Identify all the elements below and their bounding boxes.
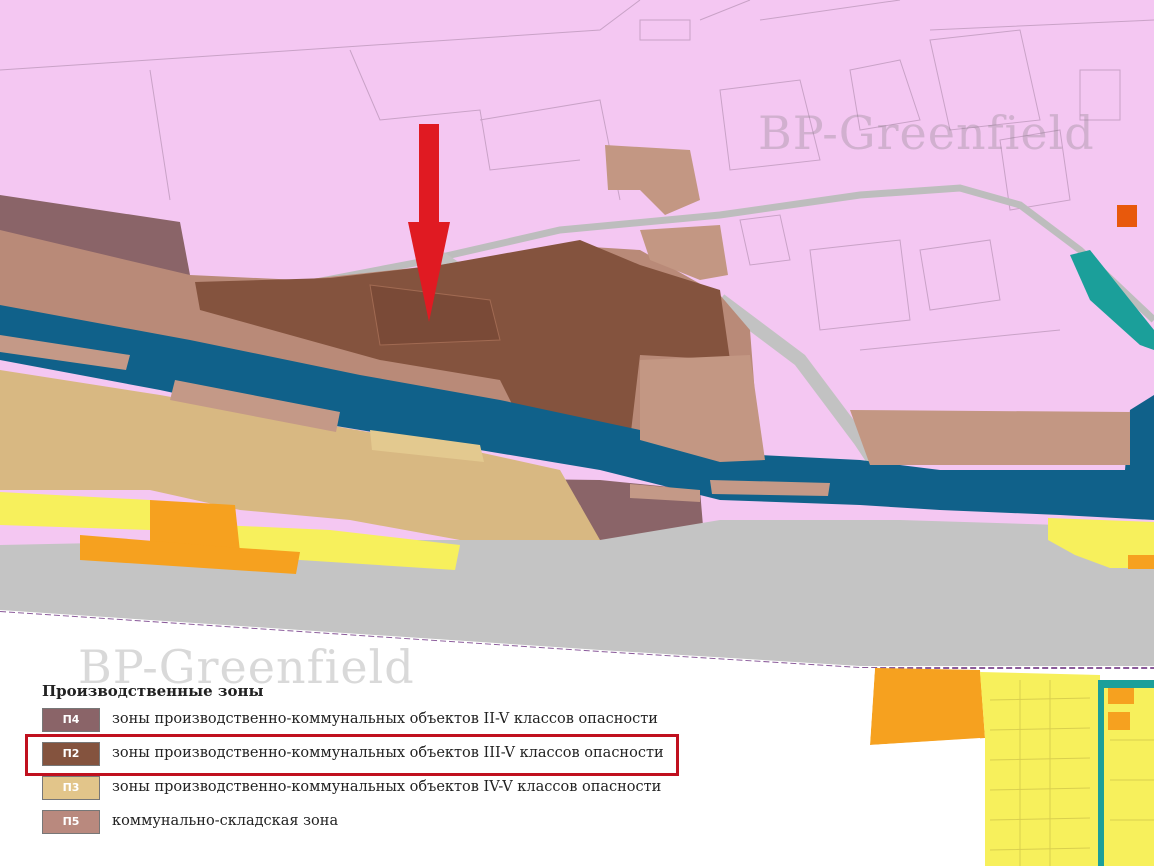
legend-swatch-code: П4 — [62, 713, 80, 726]
legend-item: П5 коммунально-складская зона — [42, 810, 682, 836]
legend-item-text: коммунально-складская зона — [112, 813, 339, 829]
legend-swatch: П5 — [42, 810, 100, 834]
legend-item-text: зоны производственно-коммунальных объект… — [112, 711, 658, 727]
zone-tan-right — [850, 410, 1130, 465]
zone-orange-small-bottom-right — [1108, 688, 1134, 704]
zone-orange-bottom-right — [870, 668, 985, 745]
orange-marker-upper-right — [1117, 205, 1137, 227]
legend-item-text: зоны производственно-коммунальных объект… — [112, 779, 662, 795]
watermark-top: BP-Greenfield — [758, 106, 1095, 160]
zone-orange-right-top — [1128, 555, 1154, 569]
legend-item: П4 зоны производственно-коммунальных объ… — [42, 708, 682, 734]
legend-swatch: П3 — [42, 776, 100, 800]
zone-yellow-bottom-right — [980, 672, 1100, 866]
legend-title: Производственные зоны — [42, 682, 264, 700]
legend-swatch: П4 — [42, 708, 100, 732]
legend-item: П3 зоны производственно-коммунальных объ… — [42, 776, 682, 802]
legend-swatch-code: П3 — [62, 781, 80, 794]
zone-orange-small-bottom-right-2 — [1108, 712, 1130, 730]
legend-swatch-code: П5 — [62, 815, 80, 828]
legend-highlight-frame — [25, 734, 679, 776]
